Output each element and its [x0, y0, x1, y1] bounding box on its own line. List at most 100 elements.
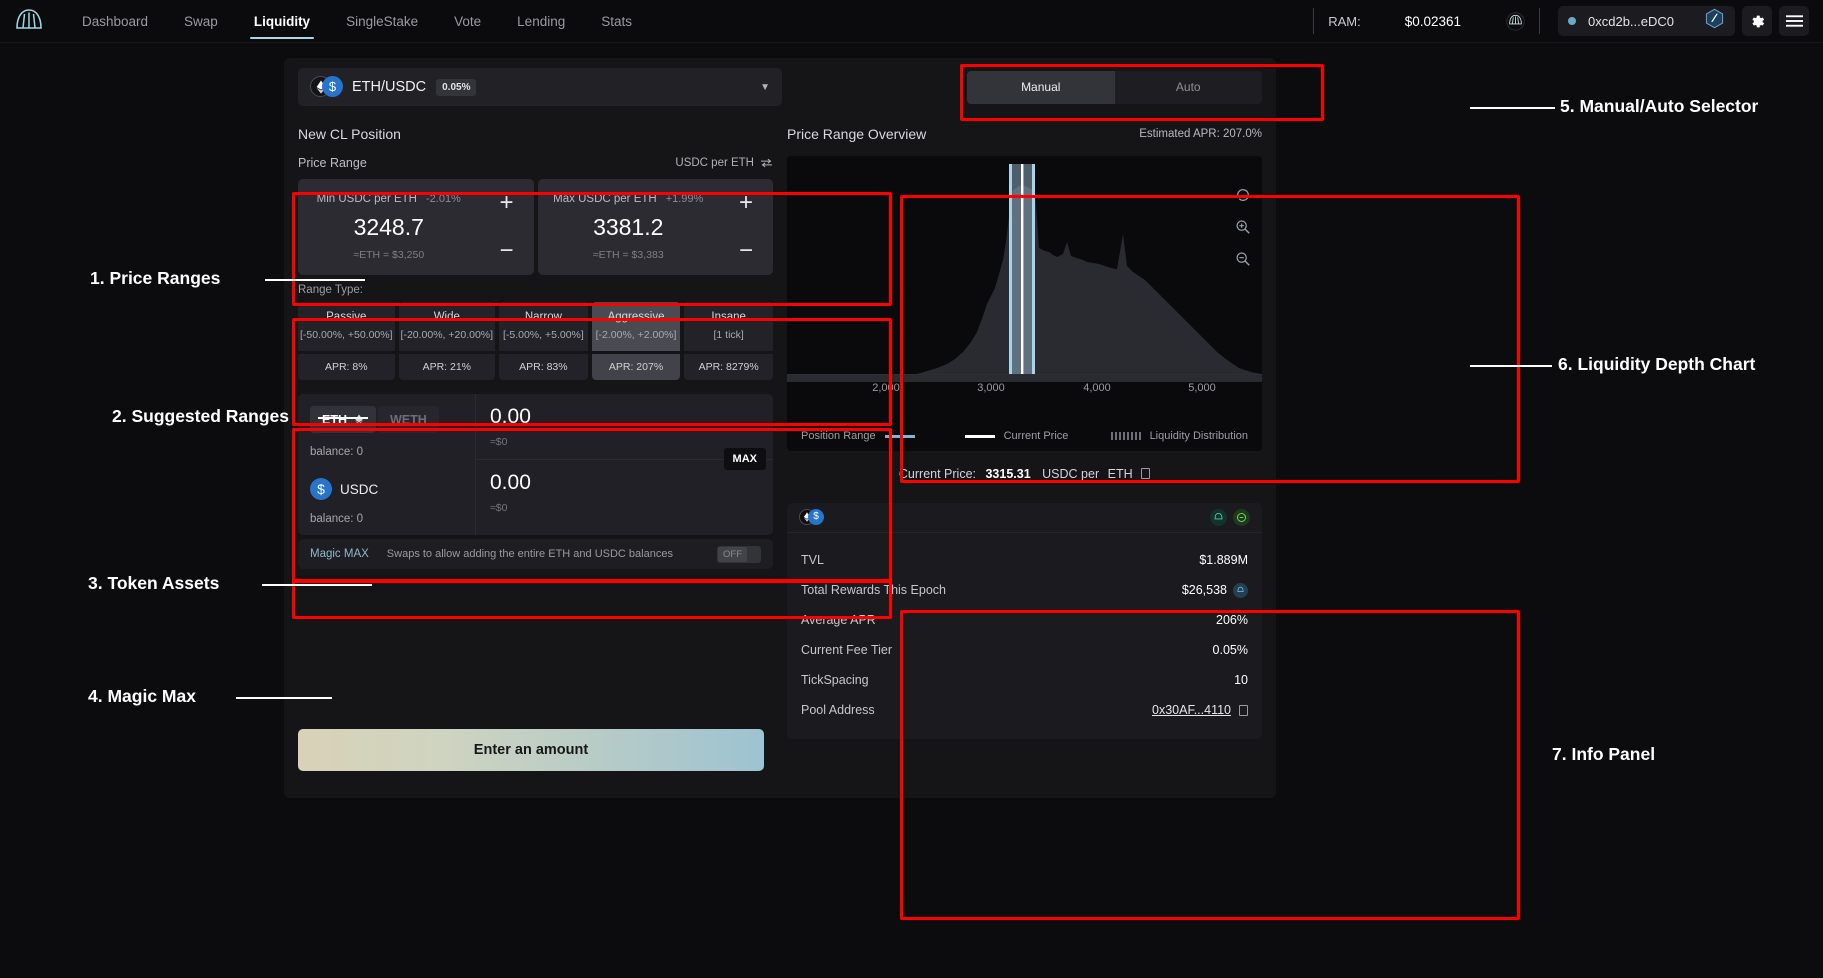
usdc-token-label: USDC: [340, 481, 379, 497]
suggested-range-name: Passive: [326, 311, 367, 323]
eth-option-button[interactable]: ETH: [310, 406, 376, 433]
manual-auto-selector[interactable]: Manual Auto: [967, 70, 1263, 104]
suggested-range-wide[interactable]: Wide [-20.00%, +20.00%] APR: 21%: [398, 302, 496, 380]
min-price-increment-button[interactable]: +: [479, 179, 534, 227]
nav-link-singlestake[interactable]: SingleStake: [330, 0, 434, 43]
magic-max-row[interactable]: Magic MAX Swaps to allow adding the enti…: [298, 539, 773, 569]
token-assets-left: ETH WETH balance: 0 $ USDC balance: 0: [298, 394, 475, 535]
info-key: TickSpacing: [801, 673, 869, 687]
legend-swatch: [964, 434, 995, 438]
max-price-input[interactable]: 3381.2: [593, 214, 663, 241]
nav-link-dashboard[interactable]: Dashboard: [66, 0, 164, 43]
liquidity-app-card: $ ETH/USDC 0.05% ▼ Manual Auto New CL Po…: [284, 58, 1276, 798]
annotation-label-3: 3. Token Assets: [88, 573, 220, 593]
suggested-range-narrow-top: Narrow [-5.00%, +5.00%]: [499, 302, 588, 351]
mode-manual-button[interactable]: Manual: [967, 70, 1115, 104]
annotation-leader-1: [265, 279, 365, 281]
magic-max-label: Magic MAX: [310, 548, 369, 560]
suggested-ranges: Passive [-50.00%, +50.00%] APR: 8% Wide …: [298, 302, 773, 380]
menu-button[interactable]: [1779, 6, 1809, 36]
current-price-value: 3315.31: [985, 467, 1031, 481]
info-value-wrap: $26,538: [1182, 582, 1248, 598]
magic-max-toggle[interactable]: OFF: [717, 545, 761, 563]
info-row-total-rewards: Total Rewards This Epoch $26,538: [801, 575, 1248, 605]
wallet-status-dot: [1568, 17, 1576, 25]
suggested-range-insane[interactable]: Insane [1 tick] APR: 8279%: [684, 302, 773, 380]
zoom-in-icon[interactable]: [1234, 218, 1252, 236]
current-price-label: Current Price:: [898, 467, 976, 481]
usdc-amount-input[interactable]: 0.00: [490, 471, 759, 495]
liquidity-depth-chart[interactable]: 2,000 3,000 4,000 5,000 Position Range C…: [787, 156, 1262, 451]
max-price-decrement-button[interactable]: −: [719, 227, 773, 275]
swap-arrows-icon: [760, 158, 773, 168]
legend-position-range-label: Position Range: [801, 430, 876, 442]
nav-link-swap[interactable]: Swap: [168, 0, 234, 43]
nav-link-vote[interactable]: Vote: [438, 0, 497, 43]
annotation-leader-4: [236, 697, 332, 699]
usdc-token-icon: $: [322, 76, 343, 97]
eth-amount-usd: ≈$0: [490, 436, 508, 448]
info-value-wrap: 0x30AF...4110: [1152, 703, 1248, 717]
pool-header-row: $ ETH/USDC 0.05% ▼ Manual Auto: [284, 58, 1276, 116]
max-price-increment-button[interactable]: +: [719, 179, 773, 227]
info-row-average-apr: Average APR 206%: [801, 605, 1248, 635]
suggested-range-insane-top: Insane [1 tick]: [684, 302, 773, 351]
shadow-logo-icon[interactable]: [14, 7, 44, 35]
token-amounts: 0.00 ≈$0 0.00 ≈$0 MAX: [475, 394, 773, 535]
denomination-toggle[interactable]: USDC per ETH: [675, 157, 773, 169]
estimated-apr: Estimated APR: 207.0%: [1139, 128, 1262, 140]
info-panel-badges: [1210, 509, 1250, 526]
pool-selector[interactable]: $ ETH/USDC 0.05% ▼: [298, 68, 782, 106]
copy-icon[interactable]: [1141, 468, 1151, 479]
suggested-range-apr: APR: 207%: [591, 354, 681, 380]
suggested-range-passive[interactable]: Passive [-50.00%, +50.00%] APR: 8%: [298, 302, 395, 380]
legend-swatch: [1110, 432, 1141, 440]
ram-price-widget[interactable]: RAM: $0.02361: [1328, 11, 1525, 31]
suggested-range-aggressive-top: Aggressive [-2.00%, +2.00%]: [591, 302, 681, 351]
price-range-header: Price Range USDC per ETH: [298, 156, 773, 170]
annotation-label-4: 4. Magic Max: [88, 686, 196, 706]
info-row-tickspacing: TickSpacing 10: [801, 665, 1248, 695]
nav-link-stats[interactable]: Stats: [585, 0, 648, 43]
enter-amount-button[interactable]: Enter an amount: [298, 729, 764, 771]
chart-x-axis: 2,000 3,000 4,000 5,000: [787, 382, 1262, 406]
suggested-range-apr: APR: 21%: [398, 354, 496, 380]
info-key: Pool Address: [801, 703, 875, 717]
reset-zoom-icon[interactable]: [1234, 186, 1252, 204]
denomination-label: USDC per ETH: [675, 157, 754, 169]
current-price-unit: USDC per: [1042, 467, 1100, 481]
pool-address-link[interactable]: 0x30AF...4110: [1152, 703, 1231, 717]
min-price-decrement-button[interactable]: −: [479, 227, 534, 275]
settings-button[interactable]: [1742, 6, 1772, 36]
magic-max-description: Swaps to allow adding the entire ETH and…: [386, 548, 673, 560]
annotation-label-1: 1. Price Ranges: [90, 268, 221, 288]
max-price-header: Max USDC per ETH +1.99%: [553, 193, 703, 205]
annotation-label-7: 7. Info Panel: [1552, 744, 1656, 764]
legend-position-range: Position Range: [801, 430, 915, 442]
copy-icon[interactable]: [1239, 704, 1248, 716]
current-price-line: [1021, 164, 1024, 374]
overview-header: Price Range Overview Estimated APR: 207.…: [787, 116, 1262, 156]
suggested-range-pct: [-20.00%, +20.00%]: [400, 329, 494, 341]
usdc-balance: balance: 0: [310, 513, 364, 525]
suggested-range-narrow[interactable]: Narrow [-5.00%, +5.00%] APR: 83%: [499, 302, 588, 380]
legend-current-price: Current Price: [964, 430, 1069, 442]
nav-link-liquidity[interactable]: Liquidity: [238, 0, 326, 43]
eth-amount-input[interactable]: 0.00: [490, 405, 759, 429]
min-price-input[interactable]: 3248.7: [354, 214, 424, 241]
info-panel: $ TVL $1.889M Total Rewards This Epoch $…: [787, 503, 1262, 739]
max-button[interactable]: MAX: [723, 448, 766, 470]
zoom-out-icon[interactable]: [1234, 250, 1252, 268]
nav-link-lending[interactable]: Lending: [501, 0, 581, 43]
chevron-down-icon: ▼: [760, 81, 770, 93]
token-assets-card: ETH WETH balance: 0 $ USDC balance: 0 0.…: [298, 394, 773, 535]
eth-weth-toggle[interactable]: ETH WETH: [310, 406, 463, 433]
wallet-button[interactable]: 0xcd2b...eDC0: [1558, 6, 1735, 36]
weth-option-button[interactable]: WETH: [378, 406, 439, 433]
mode-auto-button[interactable]: Auto: [1115, 71, 1263, 104]
suggested-range-aggressive[interactable]: Aggressive [-2.00%, +2.00%] APR: 207%: [591, 302, 681, 380]
legend-current-price-label: Current Price: [1003, 430, 1069, 442]
suggested-range-passive-top: Passive [-50.00%, +50.00%]: [298, 302, 395, 351]
annotation-leader-3: [262, 584, 372, 586]
suggested-range-name: Insane: [711, 311, 746, 323]
